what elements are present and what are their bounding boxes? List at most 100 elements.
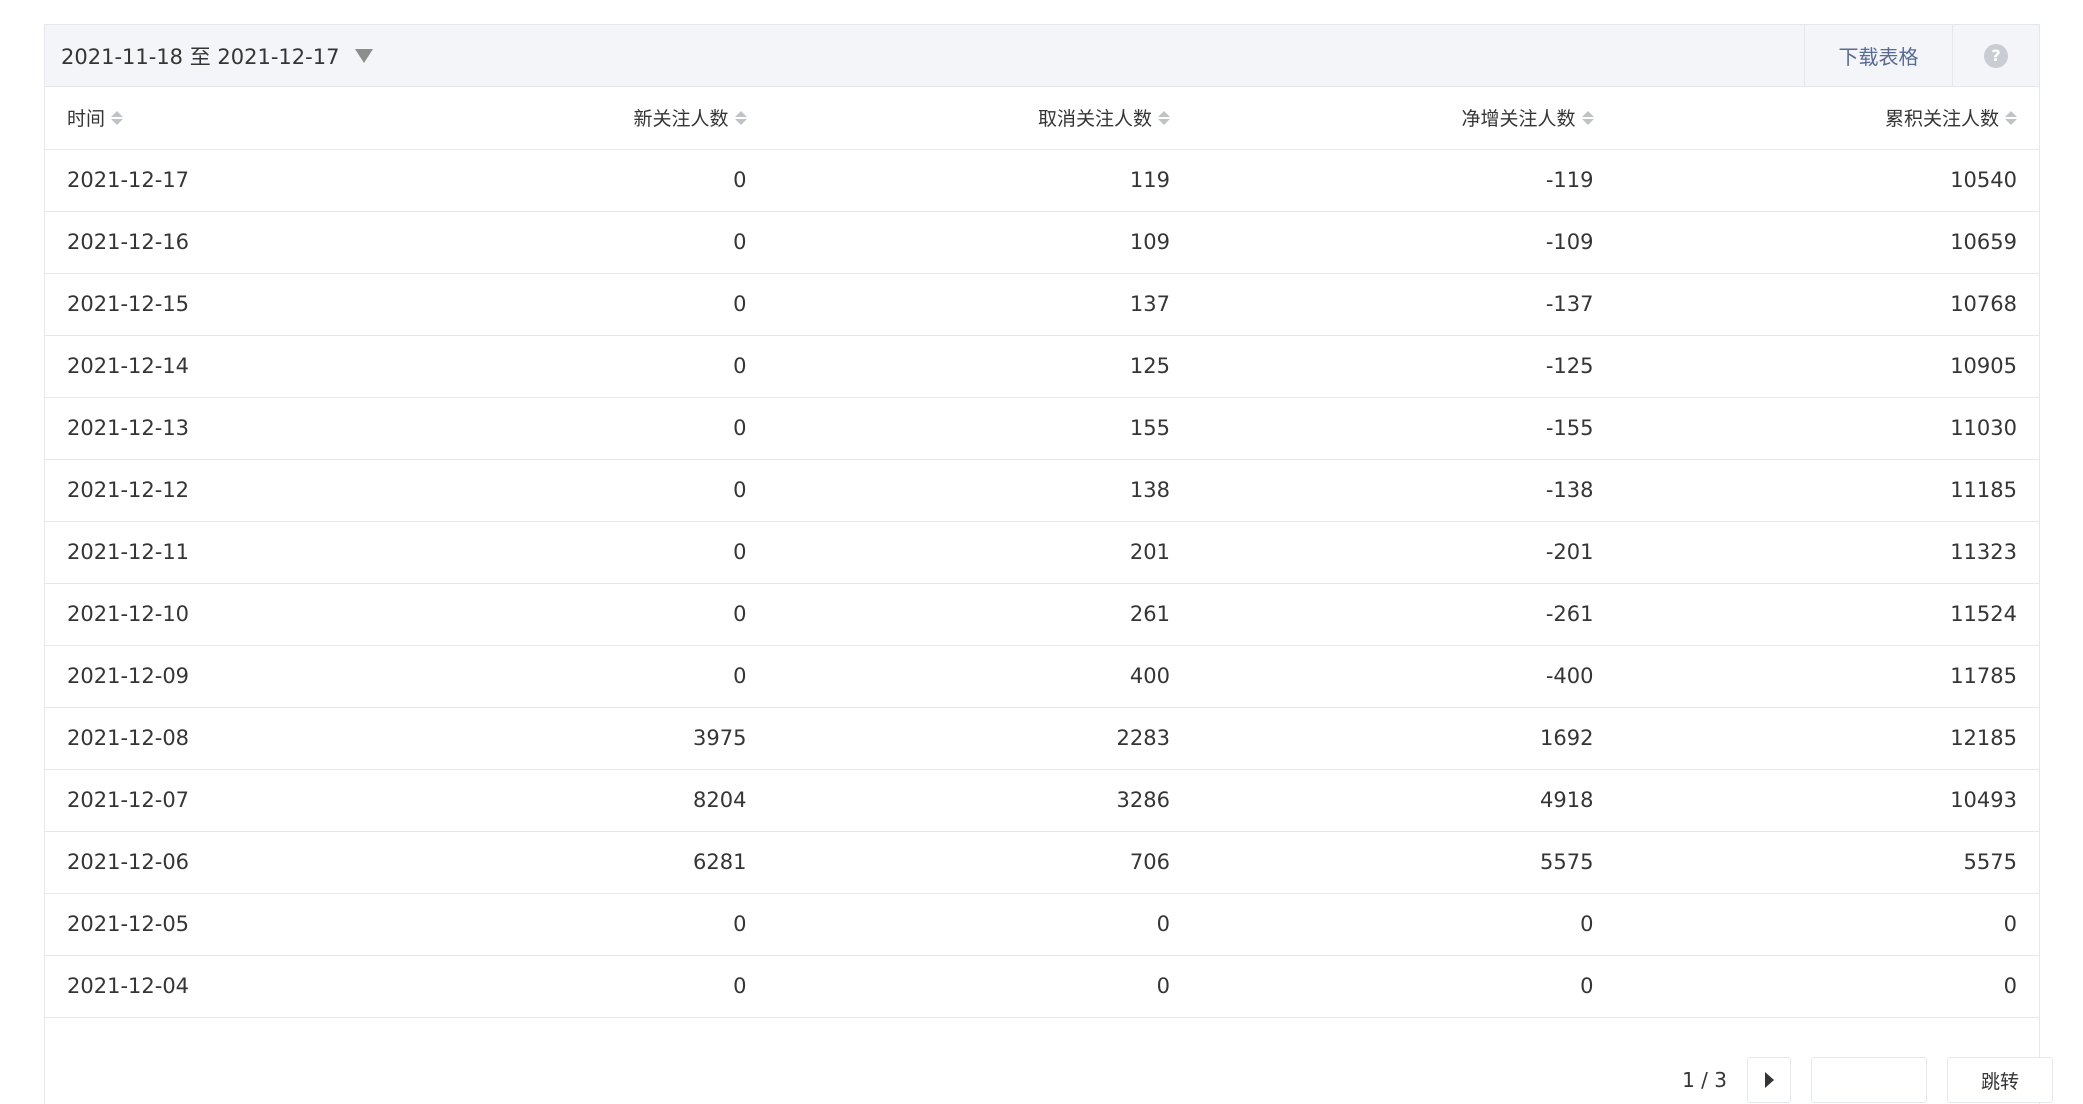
table-cell-value: -137 bbox=[1192, 273, 1616, 336]
caret-down-icon bbox=[355, 48, 374, 63]
column-header-new-followers[interactable]: 新关注人数 bbox=[345, 87, 769, 150]
table-cell-value: 261 bbox=[768, 583, 1192, 646]
table-row: 2021-12-11 0 201 -201 11323 bbox=[45, 521, 2039, 584]
table-cell-value: 11030 bbox=[1615, 397, 2039, 460]
table-cell-date: 2021-12-08 bbox=[45, 707, 345, 770]
table-cell-value: 400 bbox=[768, 645, 1192, 708]
question-circle-icon: ? bbox=[1984, 43, 2008, 68]
column-header-label: 时间 bbox=[67, 108, 106, 131]
help-button[interactable]: ? bbox=[1952, 25, 2039, 86]
table-cell-value: 155 bbox=[768, 397, 1192, 460]
table-cell-value: 2283 bbox=[768, 707, 1192, 770]
table-cell-date: 2021-12-05 bbox=[45, 893, 345, 956]
table-row: 2021-12-08 3975 2283 1692 12185 bbox=[45, 707, 2039, 770]
table-cell-value: 6281 bbox=[345, 831, 769, 894]
sort-icon[interactable] bbox=[734, 110, 747, 125]
table-cell-date: 2021-12-06 bbox=[45, 831, 345, 894]
table-cell-value: 10540 bbox=[1615, 149, 2039, 212]
table-cell-date: 2021-12-16 bbox=[45, 211, 345, 274]
page-number-input[interactable] bbox=[1811, 1057, 1927, 1103]
table-cell-value: 0 bbox=[345, 273, 769, 336]
column-header-net-growth[interactable]: 净增关注人数 bbox=[1192, 87, 1616, 150]
sort-icon[interactable] bbox=[1158, 110, 1170, 125]
table-row: 2021-12-10 0 261 -261 11524 bbox=[45, 583, 2039, 646]
column-header-label: 新关注人数 bbox=[633, 108, 729, 131]
table-cell-value: 706 bbox=[768, 831, 1192, 894]
table-cell-value: 0 bbox=[345, 645, 769, 708]
table-cell-value: 11185 bbox=[1615, 459, 2039, 522]
table-cell-value: 0 bbox=[1615, 893, 2039, 956]
table-cell-value: 11785 bbox=[1615, 645, 2039, 708]
table-cell-value: -138 bbox=[1192, 459, 1616, 522]
table-cell-value: 0 bbox=[345, 459, 769, 522]
table-cell-value: 137 bbox=[768, 273, 1192, 336]
table-toolbar: 2021-11-18 至 2021-12-17 下载表格 ? bbox=[45, 25, 2039, 87]
table-cell-date: 2021-12-09 bbox=[45, 645, 345, 708]
table-cell-date: 2021-12-17 bbox=[45, 149, 345, 212]
table-cell-date: 2021-12-07 bbox=[45, 769, 345, 832]
table-cell-value: 3975 bbox=[345, 707, 769, 770]
download-table-button[interactable]: 下载表格 bbox=[1804, 25, 1952, 86]
table-cell-value: 11323 bbox=[1615, 521, 2039, 584]
table-row: 2021-12-15 0 137 -137 10768 bbox=[45, 273, 2039, 336]
table-cell-value: 0 bbox=[345, 335, 769, 398]
table-cell-value: -125 bbox=[1192, 335, 1616, 398]
table-cell-value: -119 bbox=[1192, 149, 1616, 212]
table-cell-value: 0 bbox=[345, 149, 769, 212]
table-cell-value: 109 bbox=[768, 211, 1192, 274]
table-header-row: 时间 新关注人数 取消关注人数 净增关注人数 累积关注人数 bbox=[45, 87, 2039, 150]
jump-button[interactable]: 跳转 bbox=[1947, 1057, 2053, 1103]
table-cell-value: 125 bbox=[768, 335, 1192, 398]
table-row: 2021-12-04 0 0 0 0 bbox=[45, 955, 2039, 1018]
column-header-cumulative[interactable]: 累积关注人数 bbox=[1615, 87, 2039, 150]
table-cell-date: 2021-12-10 bbox=[45, 583, 345, 646]
table-cell-value: 1692 bbox=[1192, 707, 1616, 770]
date-range-label: 2021-11-18 至 2021-12-17 bbox=[61, 44, 340, 69]
table-cell-value: 4918 bbox=[1192, 769, 1616, 832]
pagination: 1 / 3 跳转 bbox=[1682, 1056, 2053, 1104]
table-row: 2021-12-07 8204 3286 4918 10493 bbox=[45, 769, 2039, 832]
date-range-picker[interactable]: 2021-11-18 至 2021-12-17 bbox=[45, 25, 1804, 86]
table-cell-value: 12185 bbox=[1615, 707, 2039, 770]
table-cell-date: 2021-12-13 bbox=[45, 397, 345, 460]
table-cell-date: 2021-12-04 bbox=[45, 955, 345, 1018]
column-header-label: 取消关注人数 bbox=[1037, 108, 1152, 131]
table-cell-value: 10768 bbox=[1615, 273, 2039, 336]
followers-table: 时间 新关注人数 取消关注人数 净增关注人数 累积关注人数 2021-12-17… bbox=[45, 87, 2039, 1018]
sort-icon[interactable] bbox=[2005, 110, 2017, 125]
table-cell-value: 5575 bbox=[1192, 831, 1616, 894]
table-cell-value: 0 bbox=[345, 893, 769, 956]
table-cell-value: 5575 bbox=[1615, 831, 2039, 894]
table-cell-value: 0 bbox=[768, 893, 1192, 956]
table-cell-value: 201 bbox=[768, 521, 1192, 584]
next-page-button[interactable] bbox=[1747, 1057, 1791, 1103]
column-header-date[interactable]: 时间 bbox=[45, 87, 345, 150]
table-cell-value: 0 bbox=[1192, 955, 1616, 1018]
table-row: 2021-12-16 0 109 -109 10659 bbox=[45, 211, 2039, 274]
table-cell-value: -261 bbox=[1192, 583, 1616, 646]
table-cell-value: 0 bbox=[345, 211, 769, 274]
column-header-unfollows[interactable]: 取消关注人数 bbox=[768, 87, 1192, 150]
table-cell-value: 3286 bbox=[768, 769, 1192, 832]
table-row: 2021-12-17 0 119 -119 10540 bbox=[45, 149, 2039, 212]
stats-panel: 2021-11-18 至 2021-12-17 下载表格 ? 时间 新关注人数 bbox=[44, 24, 2040, 1104]
table-cell-value: -201 bbox=[1192, 521, 1616, 584]
next-page-icon bbox=[1764, 1072, 1774, 1088]
table-cell-value: 0 bbox=[1615, 955, 2039, 1018]
table-row: 2021-12-05 0 0 0 0 bbox=[45, 893, 2039, 956]
table-cell-value: 8204 bbox=[345, 769, 769, 832]
table-cell-value: 10493 bbox=[1615, 769, 2039, 832]
table-row: 2021-12-14 0 125 -125 10905 bbox=[45, 335, 2039, 398]
table-cell-value: 119 bbox=[768, 149, 1192, 212]
table-cell-value: 0 bbox=[345, 397, 769, 460]
table-cell-date: 2021-12-11 bbox=[45, 521, 345, 584]
table-cell-value: 11524 bbox=[1615, 583, 2039, 646]
page-info: 1 / 3 bbox=[1682, 1068, 1727, 1092]
table-cell-date: 2021-12-12 bbox=[45, 459, 345, 522]
table-cell-value: -155 bbox=[1192, 397, 1616, 460]
page-indicator: 1 / 3 bbox=[1682, 1068, 1727, 1092]
sort-icon[interactable] bbox=[1581, 110, 1594, 125]
table-row: 2021-12-06 6281 706 5575 5575 bbox=[45, 831, 2039, 894]
table-cell-value: 0 bbox=[345, 955, 769, 1018]
sort-icon[interactable] bbox=[111, 110, 124, 125]
